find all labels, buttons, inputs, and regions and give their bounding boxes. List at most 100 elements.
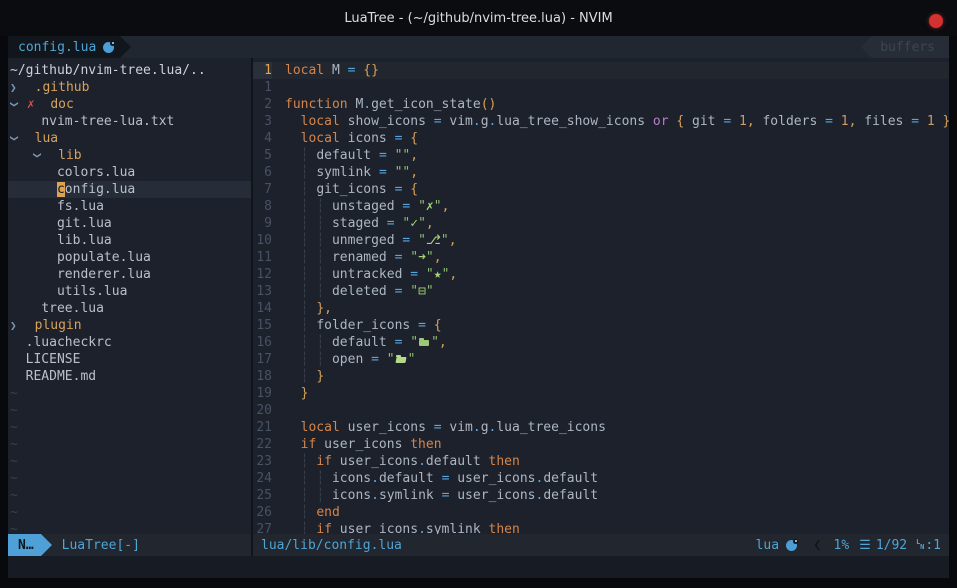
- line-number-icon: LN: [916, 540, 924, 550]
- code-line[interactable]: 21 local user_icons = vim.g.lua_tree_ico…: [253, 419, 949, 436]
- code-line[interactable]: 27 ┆ if user_icons.symlink then: [253, 521, 949, 534]
- code-line[interactable]: 8 ┆ ┆ unstaged = "✗",: [253, 198, 949, 215]
- token-sp: [10, 267, 57, 282]
- token-pn: }: [301, 386, 309, 401]
- tab-config-lua[interactable]: config.lua: [8, 36, 120, 58]
- code-line[interactable]: 14 ┆ },: [253, 300, 949, 317]
- token-pl: [285, 454, 301, 469]
- tree-item[interactable]: ❯ plugin: [8, 317, 251, 334]
- code-line[interactable]: 2function M.get_icon_state(): [253, 96, 949, 113]
- indent-guide: ┆: [316, 488, 332, 503]
- token-pn: ,: [439, 335, 447, 350]
- chevron-down-icon: ❯: [8, 101, 23, 110]
- tree-item[interactable]: ❯ .github: [8, 79, 251, 96]
- tree-item[interactable]: renderer.lua: [8, 266, 251, 283]
- close-button[interactable]: [929, 14, 943, 28]
- code-line[interactable]: 3 local show_icons = vim.g.lua_tree_show…: [253, 113, 949, 130]
- line-number: 9: [253, 215, 272, 232]
- tree-item[interactable]: utils.lua: [8, 283, 251, 300]
- tree-item[interactable]: ❯ lib: [8, 147, 251, 164]
- token-tilde: ~: [10, 471, 18, 486]
- code-line[interactable]: 1: [253, 79, 949, 96]
- tree-item[interactable]: git.lua: [8, 215, 251, 232]
- code-line[interactable]: 10 ┆ ┆ unmerged = "⎇",: [253, 232, 949, 249]
- token-nu: 1: [739, 114, 747, 129]
- token-pl: icons: [332, 488, 371, 503]
- tree-item[interactable]: .luacheckrc: [8, 334, 251, 351]
- tree-item[interactable]: config.lua: [8, 181, 251, 198]
- tree-item[interactable]: tree.lua: [8, 300, 251, 317]
- token-sp: [10, 182, 57, 197]
- token-nu: 1: [841, 114, 849, 129]
- code-line-text: ┆ ┆ untracked = "★",: [285, 266, 457, 283]
- tree-item[interactable]: README.md: [8, 368, 251, 385]
- token-pl: folder_icons: [316, 318, 418, 333]
- token-st: ": [410, 250, 418, 265]
- code-line[interactable]: 5 ┆ default = "",: [253, 147, 949, 164]
- line-number: 7: [253, 181, 272, 198]
- code-line-text: ┆ ┆ default = "",: [285, 334, 447, 351]
- indent-guide: ┆: [316, 335, 332, 350]
- token-pl: [285, 522, 301, 534]
- buffers-segment[interactable]: buffers: [872, 36, 949, 58]
- code-line[interactable]: 13 ┆ ┆ deleted = "⊟": [253, 283, 949, 300]
- line-number: 3: [253, 113, 272, 130]
- code-editor: 1local M = {}12function M.get_icon_state…: [251, 58, 949, 534]
- code-line[interactable]: 12 ┆ ┆ untracked = "★",: [253, 266, 949, 283]
- code-line[interactable]: 25 ┆ ┆ icons.symlink = user_icons.defaul…: [253, 487, 949, 504]
- x-mark-icon: ✗: [27, 97, 35, 112]
- command-line[interactable]: [8, 556, 949, 578]
- git-status-glyph-icon: ➜: [418, 250, 426, 265]
- indent-guide: ┆: [301, 216, 317, 231]
- code-line[interactable]: 1local M = {}: [253, 62, 949, 79]
- code-line[interactable]: 24 ┆ ┆ icons.default = user_icons.defaul…: [253, 470, 949, 487]
- token-pn: {: [410, 131, 418, 146]
- tree-item[interactable]: fs.lua: [8, 198, 251, 215]
- code-line[interactable]: 20: [253, 402, 949, 419]
- token-sp: [10, 250, 57, 265]
- code-line-text: ┆ if user_icons.default then: [285, 453, 520, 470]
- code-line[interactable]: 26 ┆ end: [253, 504, 949, 521]
- code-line[interactable]: 6 ┆ symlink = "",: [253, 164, 949, 181]
- git-status-glyph-icon: ★: [434, 267, 442, 282]
- code-line[interactable]: 11 ┆ ┆ renamed = "➜",: [253, 249, 949, 266]
- token-pn: ,: [442, 199, 450, 214]
- token-pl: icons: [340, 131, 395, 146]
- tree-item[interactable]: ❯ lua: [8, 130, 251, 147]
- code-line[interactable]: 17 ┆ ┆ open = "": [253, 351, 949, 368]
- code-line[interactable]: 7 ┆ git_icons = {: [253, 181, 949, 198]
- token-pl: vim: [442, 420, 473, 435]
- code-line[interactable]: 18 ┆ }: [253, 368, 949, 385]
- token-pl: [285, 182, 301, 197]
- code-line[interactable]: 19 }: [253, 385, 949, 402]
- tree-item[interactable]: populate.lua: [8, 249, 251, 266]
- token-pl: user_icons: [316, 437, 410, 452]
- token-st: ": [418, 216, 426, 231]
- tree-item[interactable]: LICENSE: [8, 351, 251, 368]
- token-pl: [833, 114, 841, 129]
- token-pl: [387, 148, 395, 163]
- code-line-text: function M.get_icon_state(): [285, 96, 496, 113]
- tree-item[interactable]: lib.lua: [8, 232, 251, 249]
- tree-root-path[interactable]: ~/github/nvim-tree.lua/..: [8, 62, 251, 79]
- token-st: "": [395, 165, 411, 180]
- code-line[interactable]: 22 if user_icons then: [253, 436, 949, 453]
- token-op: .: [371, 488, 379, 503]
- code-line[interactable]: 9 ┆ ┆ staged = "✓",: [253, 215, 949, 232]
- tree-item[interactable]: nvim-tree-lua.txt: [8, 113, 251, 130]
- token-pl: symlink: [316, 165, 379, 180]
- token-sp: [10, 199, 57, 214]
- tree-item[interactable]: colors.lua: [8, 164, 251, 181]
- indent-guide: ┆: [301, 199, 317, 214]
- indent-guide: ┆: [301, 250, 317, 265]
- code-line[interactable]: 23 ┆ if user_icons.default then: [253, 453, 949, 470]
- code-line[interactable]: 15 ┆ folder_icons = {: [253, 317, 949, 334]
- code-line[interactable]: 4 local icons = {: [253, 130, 949, 147]
- code-line-text: }: [285, 385, 308, 402]
- line-number: 1: [253, 79, 272, 96]
- tree-item[interactable]: ❯ ✗ doc: [8, 96, 251, 113]
- token-pn: ,: [410, 165, 418, 180]
- code-line-text: local icons = {: [285, 130, 418, 147]
- token-pl: [919, 114, 927, 129]
- code-line[interactable]: 16 ┆ ┆ default = "",: [253, 334, 949, 351]
